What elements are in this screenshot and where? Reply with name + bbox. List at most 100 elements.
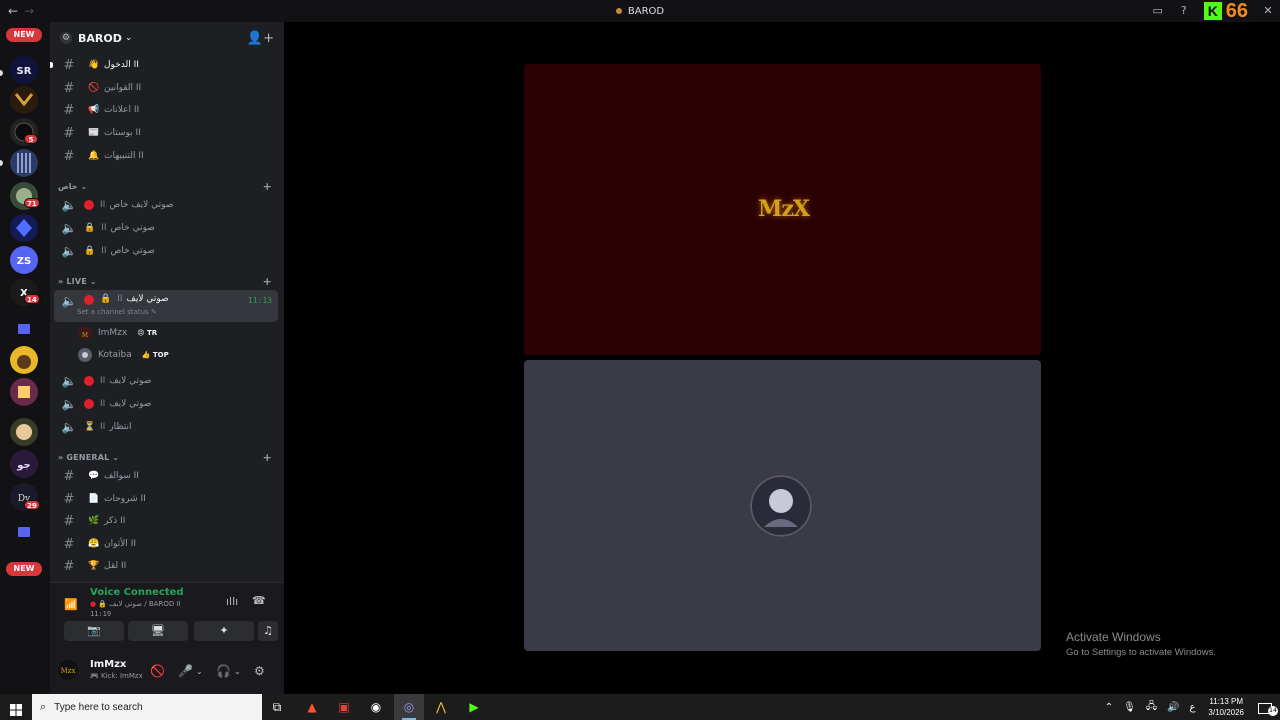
server-icon-4[interactable] (10, 149, 38, 177)
brave-browser-icon[interactable]: ▲ (297, 694, 327, 720)
speaker-icon: 🔈 (61, 221, 77, 235)
channel-chat[interactable]: # 💬 سوالف ꓲꓲ (54, 465, 278, 487)
voice-channel[interactable]: 🔈 ⏳ ꓲꓲ انتظار (54, 416, 278, 438)
inbox-icon[interactable]: ▭ (1152, 5, 1164, 17)
category-live[interactable]: » LIVE ⌄ + (58, 274, 276, 288)
channel-dhikr[interactable]: # 🌿 ذكر ꓲꓲ (54, 510, 278, 532)
channel-alerts[interactable]: # 🔔 التنبيهات ꓲꓲ (54, 145, 278, 167)
server-icon-12[interactable]: جو (10, 450, 38, 478)
voice-user[interactable]: M ImMzx 😠 TR (78, 324, 157, 342)
windows-start-icon[interactable] (10, 701, 22, 716)
server-icon-9[interactable] (10, 346, 38, 374)
video-tile-kotaiba[interactable] (524, 360, 1041, 651)
microphone-icon[interactable]: 🎤 (178, 664, 193, 678)
headphones-icon[interactable]: 🎧 (216, 664, 231, 678)
category-label: GENERAL (66, 452, 110, 462)
server-icon-2[interactable] (10, 86, 38, 114)
disconnect-icon[interactable]: ☎ (252, 594, 266, 607)
camera-button[interactable]: 📷 (64, 621, 124, 641)
voice-channel-active[interactable]: 🔈 🔒 ꓲꓲ صوتي لايف 11:13 (54, 290, 278, 322)
red-circle-icon (84, 376, 94, 386)
guild-name: BAROD (78, 31, 122, 45)
chevron-up-icon[interactable]: ⌃ (1105, 702, 1113, 713)
pinned-app-icon[interactable]: ⋀ (426, 694, 456, 720)
user-tag: 😠 TR (137, 329, 158, 337)
voice-channel[interactable]: 🔈 🔒 ꓲꓲ صوتي خاص (54, 240, 278, 262)
add-channel-icon[interactable]: + (263, 275, 272, 288)
voice-user-name: Kotaiba (98, 350, 132, 360)
add-channel-icon[interactable]: + (263, 451, 272, 464)
voicemeeter-icon[interactable]: ▣ (329, 694, 359, 720)
mic-tray-icon[interactable]: 🎙 (1123, 702, 1136, 713)
task-view-icon[interactable]: ⧉ (262, 694, 292, 720)
folder-icon[interactable] (18, 324, 30, 334)
channel-rules[interactable]: # 🚫 القوانين ꓲꓲ (54, 77, 278, 99)
server-icon-11[interactable] (10, 418, 38, 446)
taskbar-clock[interactable]: 11:13 PM 3/10/2026 (1208, 696, 1244, 718)
channel-welcome[interactable]: # 👋 الدخول ꓲꓲ (54, 54, 278, 76)
channel-announcements[interactable]: # 📢 اعلانات ꓲꓲ (54, 99, 278, 121)
soundboard-icon: ♫ (263, 624, 273, 637)
channel-name: شروحات ꓲꓲ (104, 494, 146, 504)
activities-button[interactable]: ✦ (194, 621, 254, 641)
svg-text:جو: جو (16, 460, 30, 471)
signal-icon[interactable]: 📶 (64, 598, 78, 611)
help-icon[interactable]: ? (1178, 5, 1190, 17)
soundboard-button[interactable]: ♫ (258, 621, 278, 641)
settings-gear-icon[interactable]: ⚙ (254, 664, 265, 678)
camera-off-icon[interactable]: 🚫 (150, 664, 165, 678)
user-panel: Mzx ImMzx 🎮 Kick: ImMzx 🚫 🎤 ⌄ 🎧 ⌄ ⚙ (50, 659, 284, 694)
category-label: خاص (58, 181, 78, 191)
server-icon-6[interactable] (10, 214, 38, 242)
forward-arrow-icon[interactable]: → (24, 4, 34, 18)
channel-general-4[interactable]: # 😤 الأثوان ꓲꓲ (54, 533, 278, 555)
screen-share-button[interactable]: 🖥 (128, 621, 188, 641)
chevron-down-icon[interactable]: ⌄ (196, 667, 203, 676)
voice-channel[interactable]: 🔈 ꓲꓲ صوتي لايف (54, 393, 278, 415)
channel-tutorials[interactable]: # 📄 شروحات ꓲꓲ (54, 488, 278, 510)
category-general[interactable]: » GENERAL ⌄ + (58, 450, 276, 464)
voice-user[interactable]: Kotaiba 👍 TOP (78, 346, 169, 364)
taskbar-search[interactable]: ⌕ Type here to search (32, 694, 262, 720)
voice-channel[interactable]: 🔈 🔒 ꓲꓲ صوتي خاص (54, 217, 278, 239)
server-icon-sr[interactable]: SR (10, 56, 38, 84)
avatar (78, 348, 92, 362)
new-badge-top[interactable]: NEW (6, 28, 42, 42)
volume-icon[interactable]: 🔊 (1167, 702, 1179, 713)
add-member-icon[interactable]: 👤+ (247, 31, 274, 46)
voice-channel-link[interactable]: ● 🔒 صوتي لايف / BAROD ꓲꓲ (90, 600, 181, 608)
separator: ꓲꓲ (117, 294, 123, 304)
hashtag-icon: # (63, 491, 75, 507)
close-window-icon[interactable]: ✕ (1262, 5, 1274, 17)
voice-channel[interactable]: 🔈 ꓲꓲ صوتي لايف (54, 370, 278, 392)
voice-connected-panel: 📶 Voice Connected ● 🔒 صوتي لايف / BAROD … (50, 582, 284, 670)
channel-emoji-icon: 👋 (88, 60, 100, 70)
title-bar-controls: ▭ ? K 66 ✕ (1152, 0, 1280, 22)
language-indicator[interactable]: ع (1189, 702, 1195, 713)
channel-posts[interactable]: # 📰 بوستات ꓲꓲ (54, 122, 278, 144)
user-name[interactable]: ImMzx (90, 659, 126, 670)
network-icon[interactable]: 🖧 (1146, 699, 1157, 716)
server-icon-7[interactable]: ZS (10, 246, 38, 274)
user-avatar[interactable]: Mzx (58, 660, 78, 680)
chevron-down-icon: ⌄ (112, 452, 120, 462)
kick-app-icon[interactable]: ▶ (459, 694, 489, 720)
channel-status-input[interactable]: Set a channel status ✎ (77, 308, 157, 316)
guild-header[interactable]: ⚙ BAROD ⌄ 👤+ (50, 22, 284, 54)
new-badge-bottom[interactable]: NEW (6, 562, 42, 576)
back-arrow-icon[interactable]: ← (8, 4, 18, 18)
channel-general-5[interactable]: # 🏆 لقل ꓲꓲ (54, 555, 278, 577)
category-private[interactable]: خاص ⌄ + (58, 179, 276, 193)
folder-icon[interactable] (18, 527, 30, 537)
notification-center-icon[interactable]: 14 (1258, 700, 1278, 716)
server-icon-10[interactable] (10, 378, 38, 406)
chevron-down-icon[interactable]: ⌄ (234, 667, 241, 676)
add-channel-icon[interactable]: + (263, 180, 272, 193)
noise-suppression-icon[interactable]: ıllı (226, 595, 238, 608)
channel-name: سوالف ꓲꓲ (104, 471, 139, 481)
voice-channel[interactable]: 🔈 ꓲꓲ صوتي لايف خاص (54, 194, 278, 216)
video-tile-immzx[interactable]: MzX (524, 64, 1041, 355)
obs-icon[interactable]: ◉ (361, 694, 391, 720)
discord-taskbar-icon[interactable]: ◎ (394, 694, 424, 720)
separator: ꓲꓲ (101, 246, 107, 256)
